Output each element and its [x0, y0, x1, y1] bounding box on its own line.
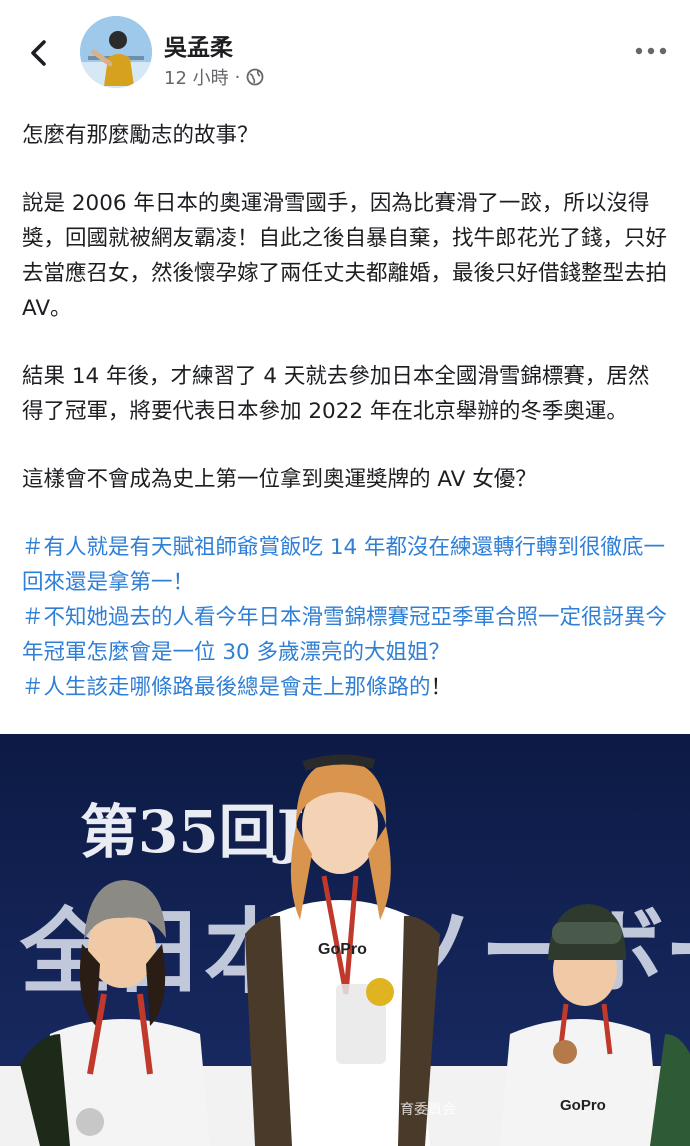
- post-paragraph: 結果 14 年後，才練習了 4 天就去參加日本全國滑雪錦標賽，居然得了冠軍，將要…: [22, 364, 650, 424]
- post-meta: 12 小時 ·: [164, 64, 264, 90]
- meta-separator: ·: [234, 66, 241, 88]
- bib-sponsor-right: GoPro: [560, 1097, 606, 1114]
- post-end-mark: ！: [430, 675, 453, 700]
- hashtag-link[interactable]: ＃人生該走哪條路最後總是會走上那條路的: [22, 675, 431, 700]
- chevron-left-icon[interactable]: [24, 38, 54, 68]
- avatar[interactable]: [80, 16, 152, 88]
- post-body: 怎麼有那麼勵志的故事？ 說是 2006 年日本的奧運滑雪國手，因為比賽滑了一跤，…: [0, 118, 690, 705]
- hashtag-link[interactable]: ＃不知她過去的人看今年日本滑雪錦標賽冠亞季軍合照一定很訝異今年冠軍怎麼會是一位 …: [22, 600, 668, 670]
- post-photo[interactable]: 第35回JSI 全日本スノーボード選手権大: [0, 734, 690, 1146]
- hashtag-link[interactable]: ＃有人就是有天賦祖師爺賞飯吃 14 年都沒在練還轉行轉到很徹底一回來還是拿第一！: [22, 530, 668, 600]
- globe-icon: [246, 68, 264, 86]
- author-name[interactable]: 吳孟柔: [164, 28, 233, 62]
- more-horizontal-icon[interactable]: [634, 44, 668, 58]
- post-paragraph: 怎麼有那麼勵志的故事？: [22, 123, 259, 148]
- post-paragraph: 這樣會不會成為史上第一位拿到奧運獎牌的 AV 女優？: [22, 467, 537, 492]
- post-header: 吳孟柔 12 小時 ·: [0, 0, 690, 110]
- post-paragraph: 說是 2006 年日本的奧運滑雪國手，因為比賽滑了一跤，所以沒得獎，回國就被網友…: [22, 191, 668, 321]
- timestamp[interactable]: 12 小時: [164, 64, 229, 90]
- hashtag-list: ＃有人就是有天賦祖師爺賞飯吃 14 年都沒在練還轉行轉到很徹底一回來還是拿第一！…: [22, 530, 668, 705]
- org-text: 育委員会: [400, 1102, 456, 1118]
- hashtag-line: ＃人生該走哪條路最後總是會走上那條路的！: [22, 670, 668, 705]
- bib-sponsor: GoPro: [318, 941, 367, 958]
